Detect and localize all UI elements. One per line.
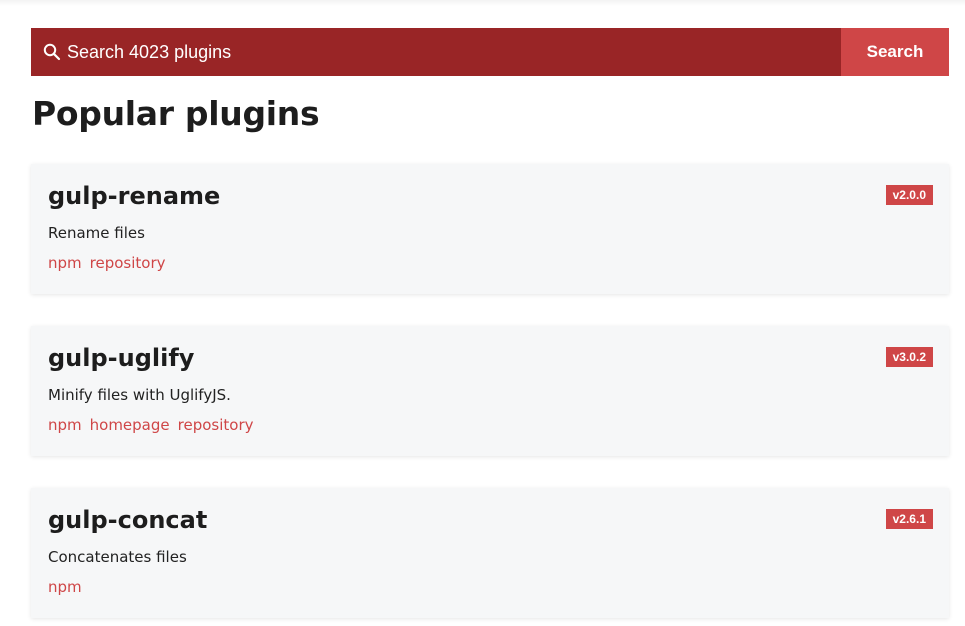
plugin-title[interactable]: gulp-concat bbox=[48, 504, 933, 536]
npm-link[interactable]: npm bbox=[48, 416, 82, 434]
repository-link[interactable]: repository bbox=[90, 254, 166, 272]
npm-link[interactable]: npm bbox=[48, 254, 82, 272]
plugin-card: gulp-concat v2.6.1 Concatenates files np… bbox=[31, 488, 949, 618]
plugin-links: npm bbox=[48, 577, 933, 597]
page-title: Popular plugins bbox=[32, 94, 320, 133]
search-input[interactable] bbox=[67, 32, 767, 72]
plugin-card: gulp-rename v2.0.0 Rename files npm repos… bbox=[31, 164, 949, 294]
plugin-description: Rename files bbox=[48, 224, 145, 242]
plugin-card: gulp-uglify v3.0.2 Minify files with Ugl… bbox=[31, 326, 949, 456]
npm-link[interactable]: npm bbox=[48, 578, 82, 596]
search-button[interactable]: Search bbox=[841, 28, 949, 76]
plugin-description: Minify files with UglifyJS. bbox=[48, 386, 231, 404]
repository-link[interactable]: repository bbox=[178, 416, 254, 434]
plugin-links: npm homepage repository bbox=[48, 415, 933, 435]
plugin-links: npm repository bbox=[48, 253, 933, 273]
version-badge: v2.6.1 bbox=[885, 509, 933, 529]
version-badge: v3.0.2 bbox=[885, 347, 933, 367]
homepage-link[interactable]: homepage bbox=[90, 416, 170, 434]
plugin-description: Concatenates files bbox=[48, 548, 187, 566]
plugin-title[interactable]: gulp-uglify bbox=[48, 342, 933, 374]
search-field[interactable] bbox=[31, 28, 841, 76]
plugin-title[interactable]: gulp-rename bbox=[48, 180, 933, 212]
version-badge: v2.0.0 bbox=[885, 185, 933, 205]
search-form: Search bbox=[31, 28, 949, 76]
main-content: Search Popular plugins gulp-rename v2.0.… bbox=[31, 28, 949, 618]
search-icon bbox=[43, 43, 61, 61]
top-shadow bbox=[0, 0, 965, 6]
